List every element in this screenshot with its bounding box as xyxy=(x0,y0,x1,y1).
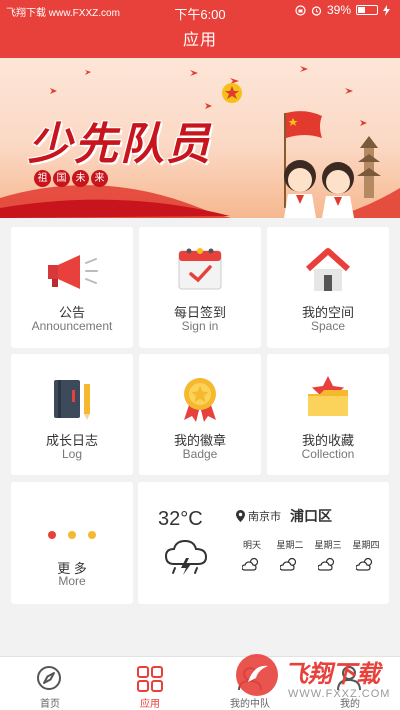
forecast-day: 星期四 xyxy=(348,538,384,571)
banner-subtitle: 祖 国 未 来 xyxy=(34,170,108,187)
weather-widget[interactable]: 32°C 南京市 浦口区 明天 星期二 星期三 星期四 xyxy=(138,482,389,604)
forecast-day-label: 星期四 xyxy=(352,540,380,550)
badge-sublabel: Badge xyxy=(182,447,218,461)
dots-icon xyxy=(48,531,96,539)
sign-in-tile[interactable]: 每日签到 Sign in xyxy=(139,227,261,348)
weather-district: 浦口区 xyxy=(290,508,332,524)
weather-city: 南京市 xyxy=(248,511,281,523)
forecast-day-label: 星期三 xyxy=(314,540,342,550)
location-pin-icon xyxy=(236,510,245,522)
announcement-tile[interactable]: 公告 Announcement xyxy=(11,227,133,348)
partly-cloudy-icon xyxy=(280,557,297,571)
watermark-title: 飞翔下载 xyxy=(284,661,380,688)
forecast-day-label: 明天 xyxy=(242,540,261,550)
thunderstorm-icon xyxy=(164,539,208,575)
status-bar: 飞翔下载 www.FXXZ.com 下午6:00 39% xyxy=(0,0,400,22)
tab-home[interactable]: 首页 xyxy=(10,657,90,710)
grid-icon xyxy=(137,666,163,692)
more-sublabel: More xyxy=(58,574,86,588)
banner-subtitle-char: 祖 xyxy=(34,170,51,187)
status-icons: 39% xyxy=(295,3,390,17)
charging-icon xyxy=(383,4,390,16)
forecast-day: 明天 xyxy=(234,538,270,571)
lock-rotation-icon xyxy=(295,4,306,16)
banner-subtitle-char: 来 xyxy=(91,170,108,187)
forecast-day: 星期二 xyxy=(272,538,308,571)
announcement-sublabel: Announcement xyxy=(31,319,113,333)
weather-location[interactable]: 南京市 浦口区 xyxy=(236,506,332,526)
app-header: 飞翔下载 www.FXXZ.com 下午6:00 39% 应用 xyxy=(0,0,400,58)
banner[interactable]: 少先队员 祖 国 未 来 xyxy=(0,58,400,218)
collection-tile[interactable]: 我的收藏 Collection xyxy=(267,354,389,475)
sign-in-sublabel: Sign in xyxy=(181,319,219,333)
calendar-check-icon xyxy=(178,248,222,290)
space-sublabel: Space xyxy=(310,319,346,333)
log-tile[interactable]: 成长日志 Log xyxy=(11,354,133,475)
alarm-icon xyxy=(311,5,322,16)
partly-cloudy-icon xyxy=(242,557,259,571)
weather-temperature: 32°C xyxy=(158,508,203,530)
battery-icon xyxy=(356,5,378,15)
forecast-day-label: 星期二 xyxy=(276,540,304,550)
tab-home-label: 首页 xyxy=(40,699,60,710)
collection-sublabel: Collection xyxy=(301,447,355,461)
forecast-day: 星期三 xyxy=(310,538,346,571)
watermark-logo-icon xyxy=(236,654,278,696)
house-icon xyxy=(305,248,351,291)
forecast-list: 明天 星期二 星期三 星期四 xyxy=(234,538,384,571)
space-tile[interactable]: 我的空间 Space xyxy=(267,227,389,348)
medal-icon xyxy=(184,378,216,422)
banner-title: 少先队员 xyxy=(28,119,212,170)
banner-subtitle-char: 国 xyxy=(53,170,70,187)
compass-icon xyxy=(37,666,61,690)
badge-tile[interactable]: 我的徽章 Badge xyxy=(139,354,261,475)
notebook-pencil-icon xyxy=(54,380,90,420)
battery-percent: 39% xyxy=(326,3,351,17)
page-title: 应用 xyxy=(182,32,217,49)
watermark-url: WWW.FXXZ.COM xyxy=(288,688,391,700)
megaphone-icon xyxy=(48,255,98,289)
partly-cloudy-icon xyxy=(318,557,335,571)
more-tile[interactable]: 更 多 More xyxy=(11,482,133,604)
tab-apps-label: 应用 xyxy=(140,699,160,710)
watermark: 飞翔下载 WWW.FXXZ.COM xyxy=(232,648,400,710)
tab-apps[interactable]: 应用 xyxy=(110,657,190,710)
log-sublabel: Log xyxy=(61,447,83,461)
star-folder-icon xyxy=(308,376,348,416)
banner-subtitle-char: 未 xyxy=(72,170,89,187)
partly-cloudy-icon xyxy=(356,557,373,571)
